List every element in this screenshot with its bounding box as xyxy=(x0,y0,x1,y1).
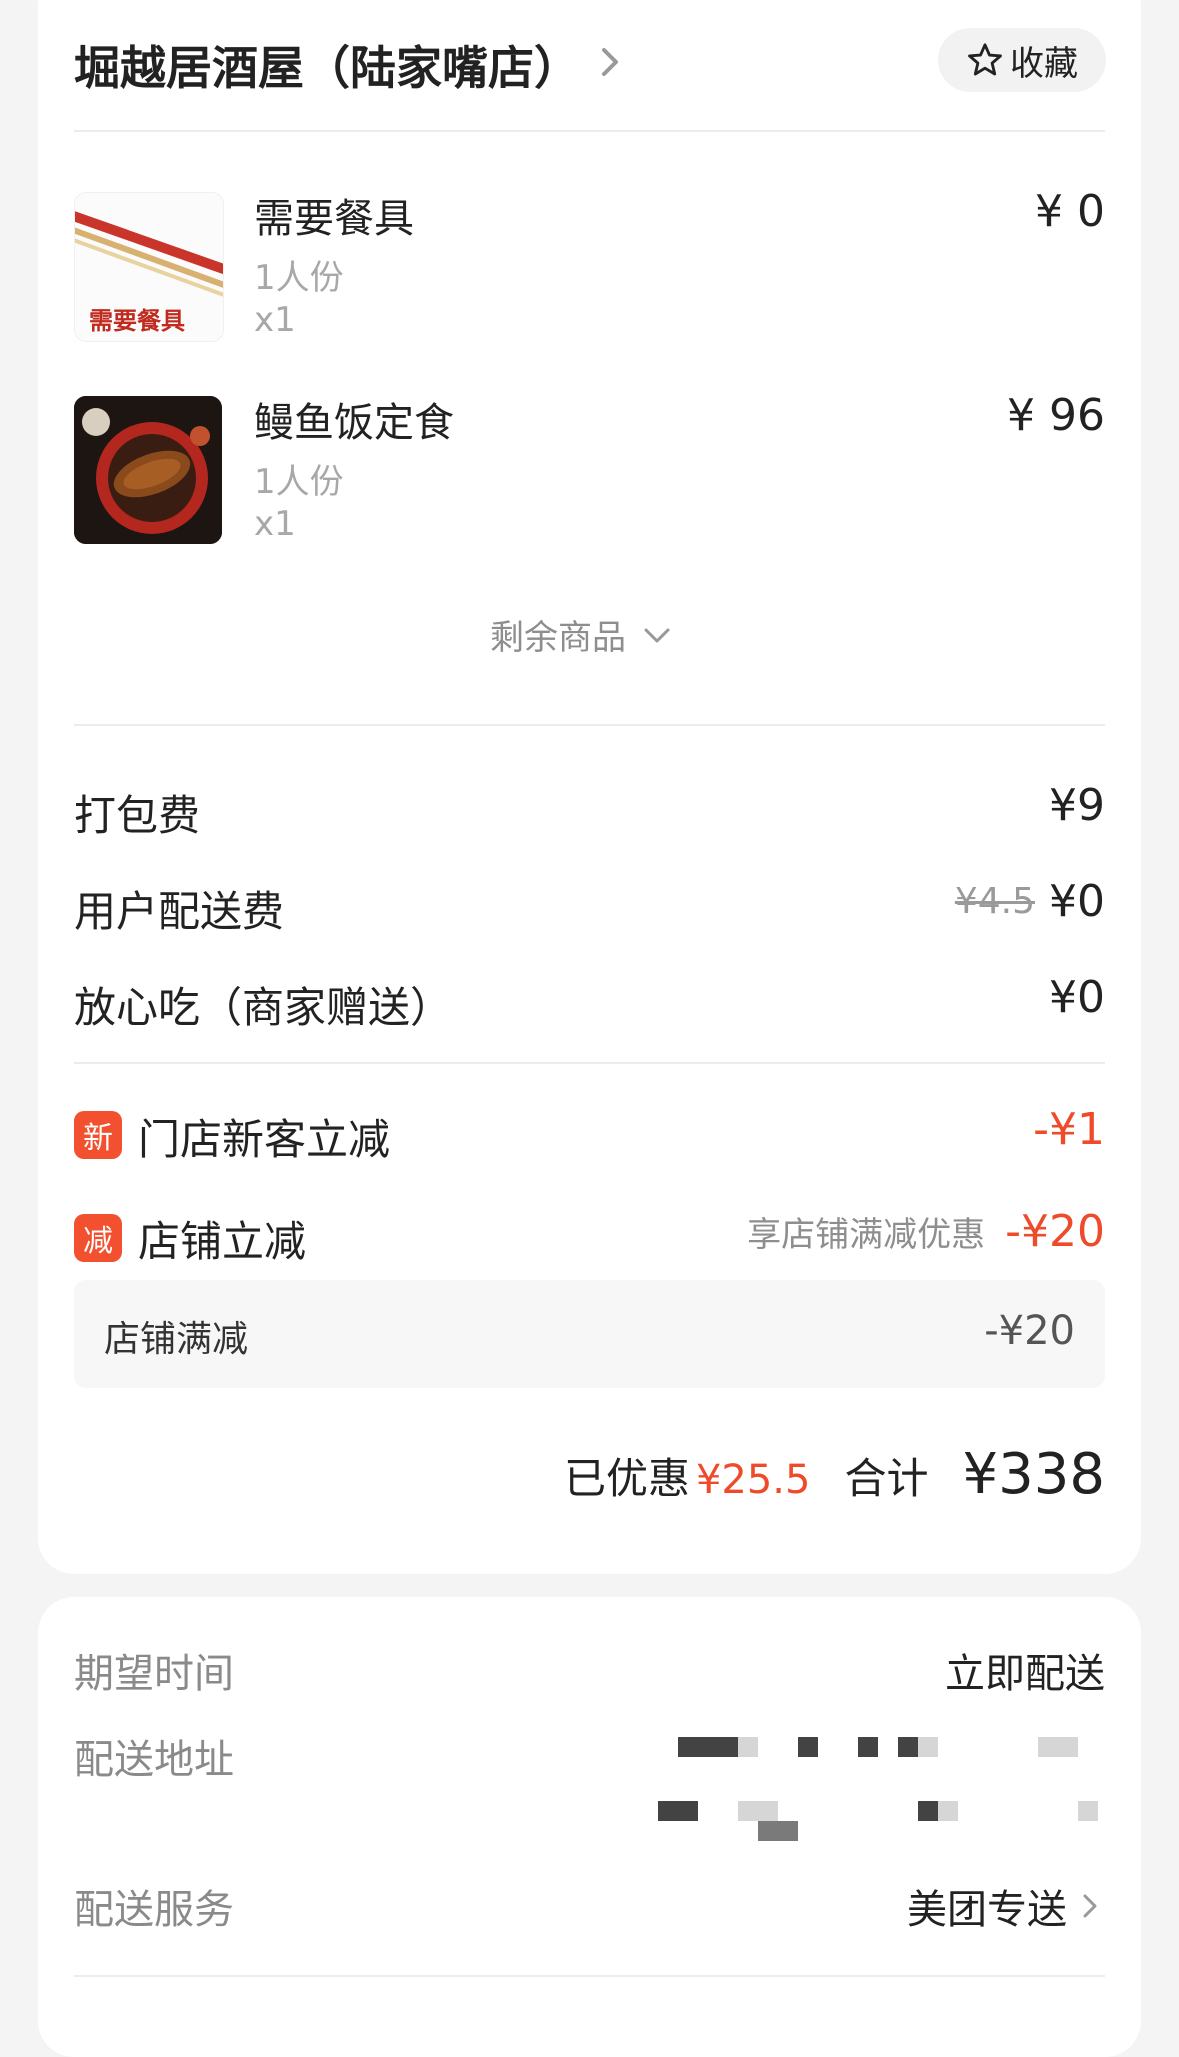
shop-discount-badge: 减 xyxy=(74,1214,122,1262)
item-image-utensils: 需要餐具 xyxy=(74,192,224,342)
delivery-info-card: 期望时间 立即配送 配送地址 配送服务 美团专送 xyxy=(38,1597,1141,2057)
delivery-fee-original: ¥4.5 xyxy=(954,881,1035,922)
delivery-fee-amount: ¥0 xyxy=(1049,876,1105,927)
favorite-button[interactable]: 收藏 xyxy=(938,28,1106,92)
chevron-down-icon xyxy=(644,628,670,642)
divider xyxy=(74,724,1105,726)
item-price: ¥ 0 xyxy=(1035,186,1105,237)
item-quantity: x1 xyxy=(254,504,296,544)
delivery-fee-value: ¥4.5 ¥0 xyxy=(955,876,1105,927)
total-value: ¥338 xyxy=(962,1442,1105,1507)
chevron-right-icon[interactable] xyxy=(590,42,630,82)
saved-value: ¥25.5 xyxy=(695,1457,811,1503)
shop-discount-note: 享店铺满减优惠 xyxy=(747,1215,986,1255)
packing-fee-label: 打包费 xyxy=(74,791,201,840)
shop-discount-detail: 店铺满减 -¥20 xyxy=(74,1280,1105,1388)
assurance-amount: ¥0 xyxy=(1049,972,1105,1023)
shop-discount-value: -¥20 xyxy=(1005,1206,1105,1257)
star-icon xyxy=(968,43,1002,76)
packing-fee-amount: ¥9 xyxy=(1049,780,1105,831)
item-portion: 1人份 xyxy=(254,462,344,502)
new-customer-discount-value: -¥1 xyxy=(1033,1104,1105,1155)
item-name: 需要餐具 xyxy=(254,196,414,242)
divider xyxy=(74,130,1105,132)
favorite-label: 收藏 xyxy=(1010,43,1078,84)
expected-time-label: 期望时间 xyxy=(74,1651,234,1697)
packing-fee-value: ¥9 xyxy=(1049,780,1105,831)
item-quantity: x1 xyxy=(254,300,296,340)
expected-time-text: 立即配送 xyxy=(945,1651,1105,1697)
address-redacted[interactable] xyxy=(658,1737,1098,1867)
delivery-service-label: 配送服务 xyxy=(74,1887,234,1933)
shop-discount-value-group: 享店铺满减优惠 -¥20 xyxy=(747,1206,1105,1257)
new-customer-discount-label: 门店新客立减 xyxy=(138,1115,391,1164)
total-row: 已优惠 ¥25.5 合计 ¥338 xyxy=(564,1442,1105,1507)
more-items-toggle[interactable]: 剩余商品 xyxy=(490,610,674,659)
shop-name[interactable]: 堀越居酒屋（陆家嘴店） xyxy=(74,32,580,98)
new-customer-badge: 新 xyxy=(74,1111,122,1159)
item-name: 鳗鱼饭定食 xyxy=(254,400,454,446)
divider xyxy=(74,1975,1105,1977)
shop-discount-detail-value: -¥20 xyxy=(984,1308,1075,1354)
divider xyxy=(74,1062,1105,1064)
assurance-label: 放心吃（商家赠送） xyxy=(74,983,453,1032)
delivery-fee-label: 用户配送费 xyxy=(74,887,285,936)
food-image-icon xyxy=(74,396,222,544)
more-items-label: 剩余商品 xyxy=(490,618,626,658)
item-image-eel-rice xyxy=(74,396,222,544)
item-price: ¥ 96 xyxy=(1007,390,1105,441)
chevron-right-icon xyxy=(1083,1894,1097,1918)
shop-discount-label: 店铺立减 xyxy=(138,1217,307,1266)
item-image-caption: 需要餐具 xyxy=(89,307,185,335)
saved-label: 已优惠 xyxy=(563,1454,690,1503)
expected-time-value[interactable]: 立即配送 xyxy=(945,1641,1105,1699)
assurance-value: ¥0 xyxy=(1049,972,1105,1023)
shop-discount-detail-label: 店铺满减 xyxy=(104,1319,249,1360)
total-label: 合计 xyxy=(844,1454,929,1503)
delivery-service-value[interactable]: 美团专送 xyxy=(907,1877,1105,1935)
delivery-service-text: 美团专送 xyxy=(907,1887,1067,1933)
order-summary-card: 堀越居酒屋（陆家嘴店） 收藏 需要餐具 需要餐具 1人份 x1 ¥ 0 鳗鱼饭定… xyxy=(38,0,1141,1574)
item-portion: 1人份 xyxy=(254,258,344,298)
address-label: 配送地址 xyxy=(74,1737,234,1783)
